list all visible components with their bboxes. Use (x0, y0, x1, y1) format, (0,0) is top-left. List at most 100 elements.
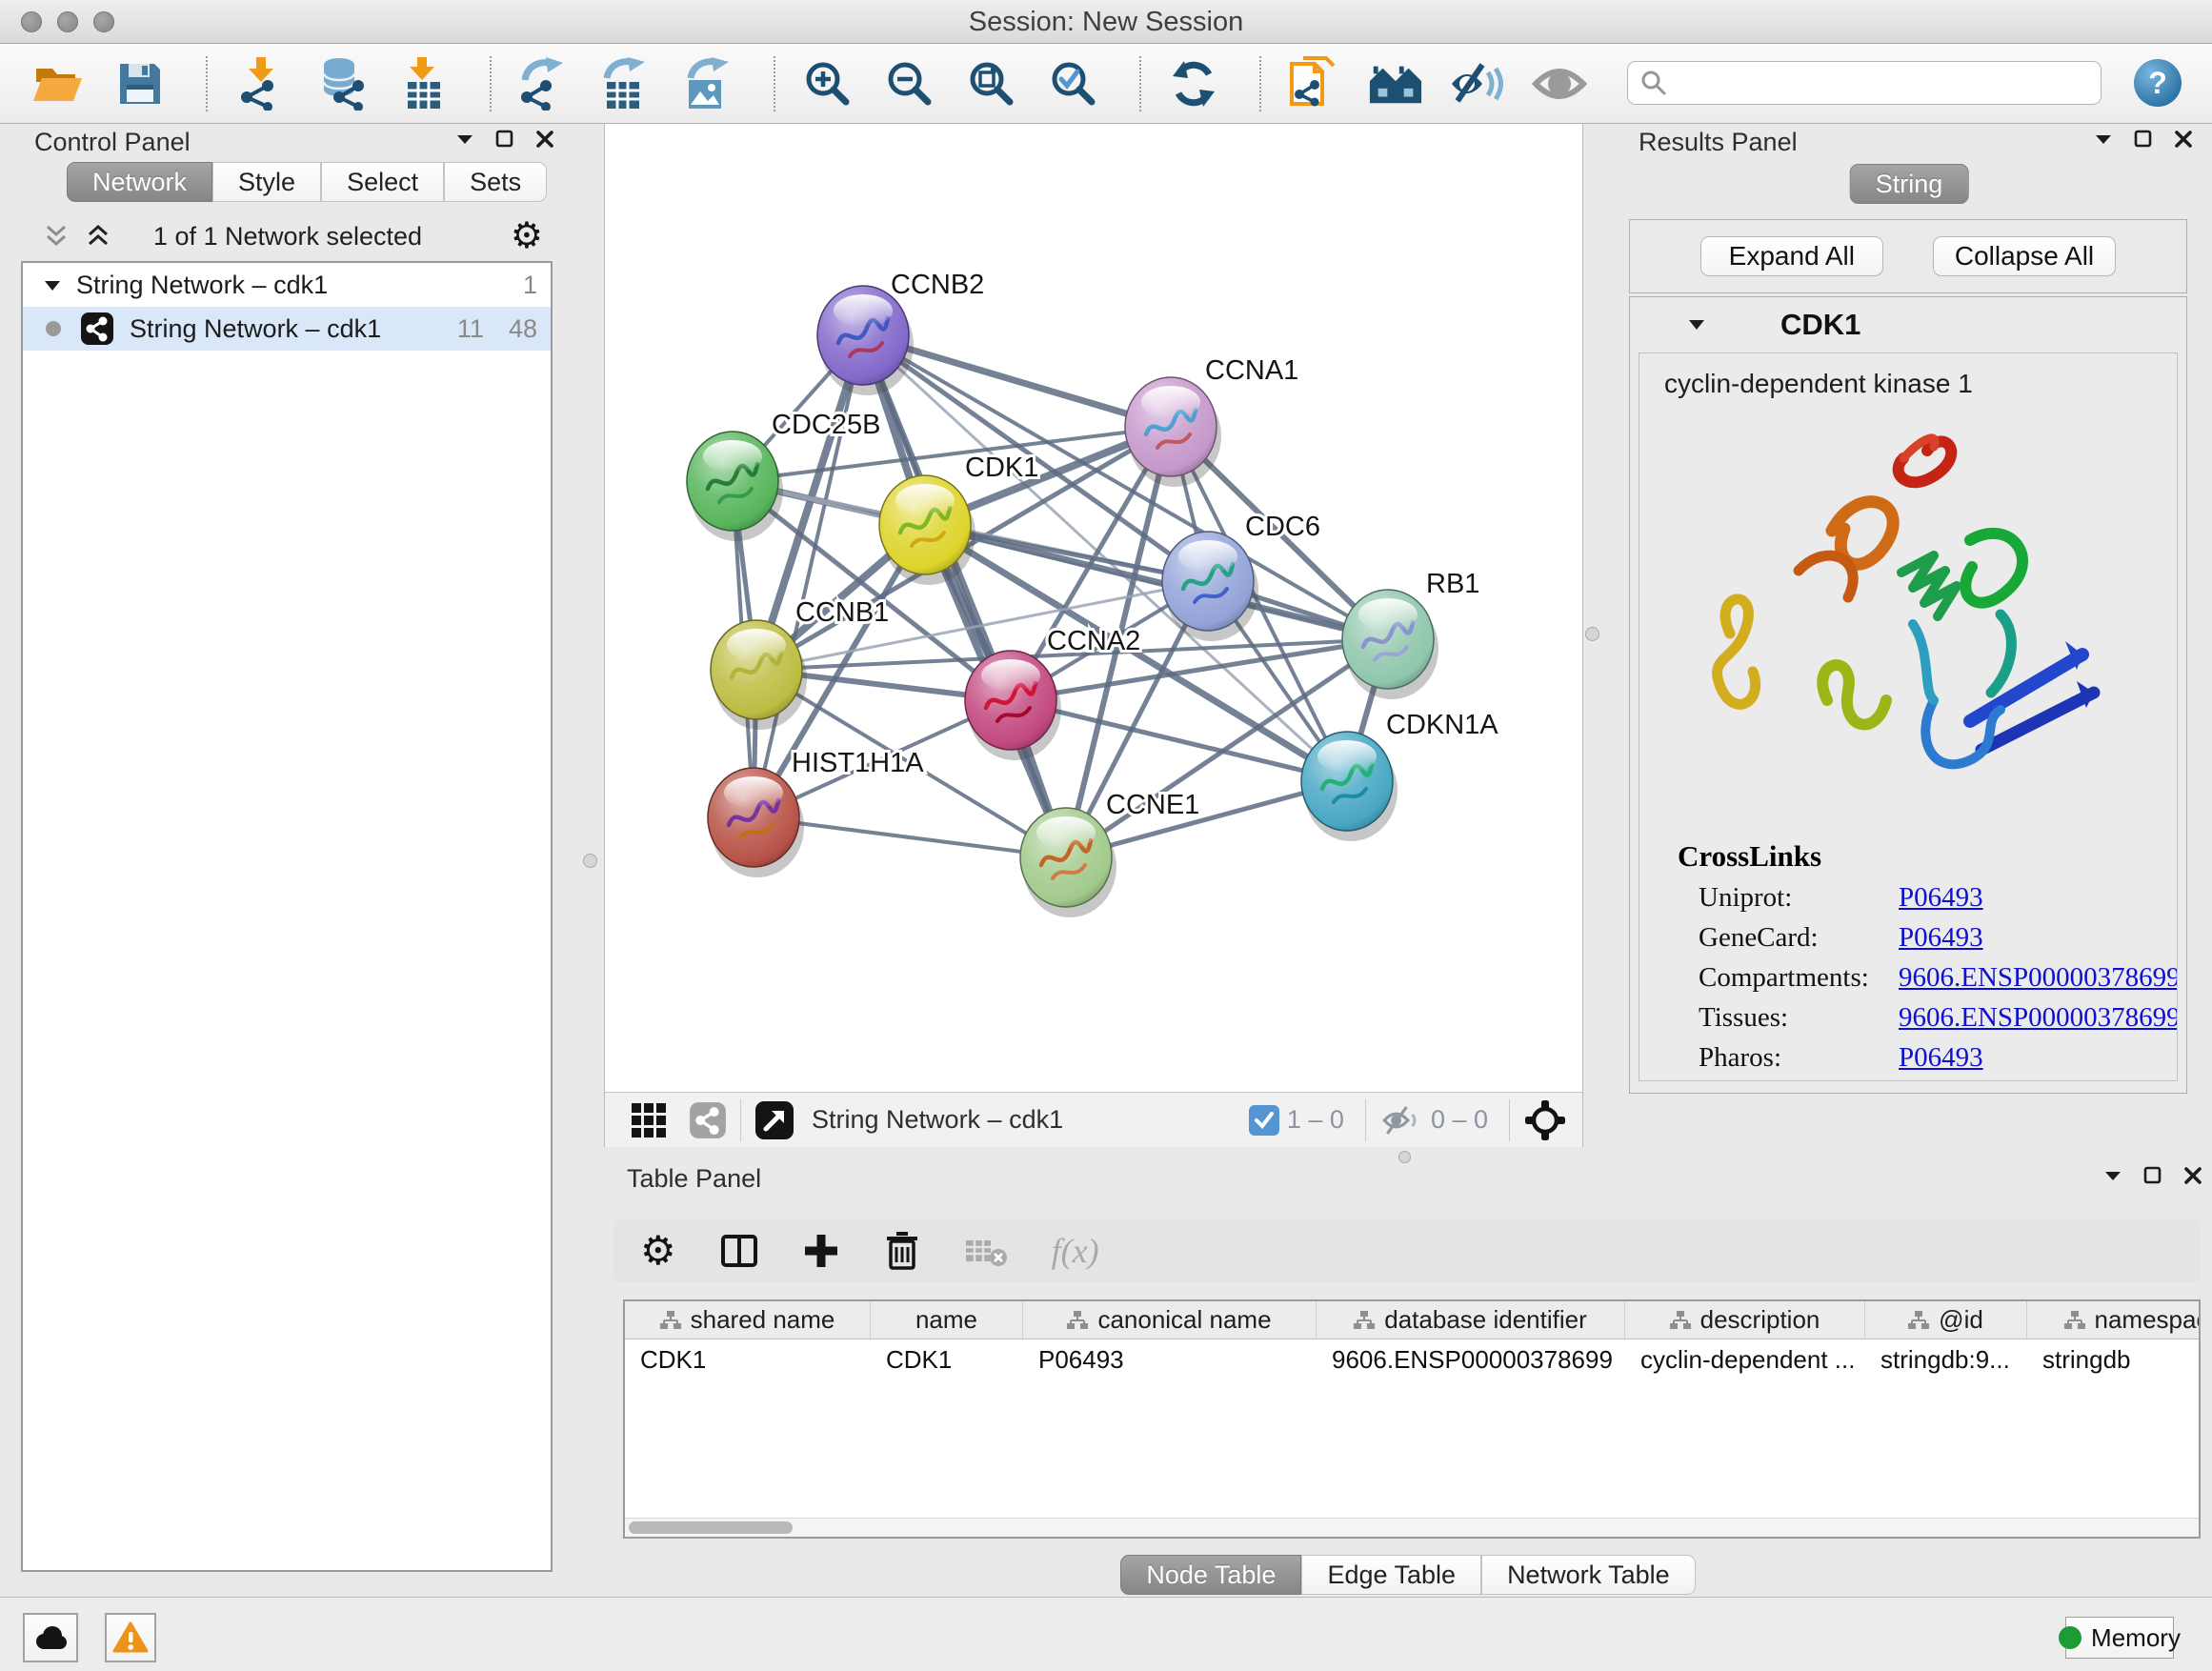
table-cell[interactable]: stringdb:9... (1865, 1339, 2027, 1378)
crosslink-link[interactable]: P06493 (1899, 922, 1983, 954)
node-CCNB2[interactable] (817, 286, 914, 395)
column-header-@id[interactable]: @id (1865, 1301, 2027, 1339)
collapse-all-button[interactable]: Collapse All (1933, 236, 2116, 276)
edge-CCNB2-HIST1H1A[interactable] (754, 335, 863, 817)
import-network-file-icon[interactable] (232, 53, 288, 114)
gene-card: CDK1 cyclin-dependent kinase 1 (1629, 296, 2187, 1094)
crosslink-link[interactable]: P06493 (1899, 882, 1983, 914)
tab-network-table[interactable]: Network Table (1481, 1555, 1696, 1595)
crosslink-link[interactable]: 9606.ENSP00000378699 (1899, 1002, 2178, 1034)
toolbar-separator (1139, 56, 1141, 111)
edge-CCNA2-CDKN1A[interactable] (1011, 700, 1347, 781)
zoom-out-icon[interactable] (882, 53, 937, 114)
import-network-database-icon[interactable] (314, 53, 370, 114)
open-file-icon[interactable] (30, 53, 86, 114)
table-cell[interactable]: 9606.ENSP00000378699 (1317, 1339, 1625, 1378)
column-header-name[interactable]: name (871, 1301, 1023, 1339)
grid-view-icon[interactable] (630, 1101, 668, 1139)
search-input[interactable] (1668, 68, 2078, 99)
memory-button[interactable]: Memory (2065, 1617, 2174, 1659)
node-CDK1[interactable] (879, 475, 975, 585)
network-collection-row[interactable]: String Network – cdk1 1 (23, 263, 551, 307)
network-canvas[interactable]: CCNB2CCNA1CDC25BCDK1CDC6RB1CCNB1CCNA2CDK… (605, 124, 1582, 1092)
close-panel-icon[interactable] (2183, 1166, 2202, 1185)
network-overview-icon[interactable] (689, 1101, 727, 1139)
show-columns-icon[interactable] (720, 1232, 758, 1270)
add-column-icon[interactable] (802, 1232, 840, 1270)
table-cell[interactable]: P06493 (1023, 1339, 1317, 1378)
zoom-in-icon[interactable] (800, 53, 855, 114)
selected-indicator-checkbox[interactable] (1249, 1105, 1279, 1136)
detach-view-icon[interactable] (754, 1100, 794, 1140)
float-panel-icon[interactable] (495, 130, 514, 149)
float-panel-icon[interactable] (2143, 1166, 2162, 1185)
crosslink-link[interactable]: P06493 (1899, 1042, 1983, 1074)
left-splitter-handle[interactable] (583, 854, 597, 868)
show-panel-eye-icon[interactable] (1532, 53, 1587, 114)
node-RB1[interactable] (1342, 590, 1438, 699)
save-session-icon[interactable] (112, 53, 168, 114)
gene-expander-icon[interactable] (1687, 318, 1706, 332)
panel-menu-icon[interactable] (2094, 132, 2113, 146)
table-cell[interactable]: CDK1 (625, 1339, 871, 1378)
node-CDKN1A[interactable] (1301, 732, 1398, 841)
float-panel-icon[interactable] (2134, 130, 2153, 149)
export-network-icon[interactable] (516, 53, 572, 114)
node-table[interactable]: shared namenamecanonical namedatabase id… (623, 1299, 2201, 1539)
table-options-gear-icon[interactable]: ⚙ (640, 1232, 676, 1270)
table-row[interactable]: CDK1CDK1P064939606.ENSP00000378699cyclin… (625, 1339, 2199, 1378)
tab-select[interactable]: Select (321, 162, 444, 202)
column-header-namespac[interactable]: namespac (2027, 1301, 2201, 1339)
panel-menu-icon[interactable] (455, 132, 474, 146)
statusbar: Memory (0, 1597, 2212, 1671)
node-label-CCNE1: CCNE1 (1106, 790, 1199, 820)
tab-node-table[interactable]: Node Table (1120, 1555, 1301, 1595)
close-panel-icon[interactable] (535, 130, 554, 149)
tab-edge-table[interactable]: Edge Table (1301, 1555, 1481, 1595)
node-HIST1H1A[interactable] (708, 768, 804, 877)
export-image-icon[interactable] (680, 53, 735, 114)
refresh-view-icon[interactable] (1166, 53, 1221, 114)
import-table-file-icon[interactable] (396, 53, 452, 114)
scrollbar-thumb[interactable] (629, 1521, 793, 1534)
zoom-selected-icon[interactable] (1046, 53, 1101, 114)
tab-sets[interactable]: Sets (444, 162, 547, 202)
search-field[interactable] (1627, 61, 2101, 105)
export-table-icon[interactable] (598, 53, 654, 114)
close-panel-icon[interactable] (2174, 130, 2193, 149)
column-header-database-identifier[interactable]: database identifier (1317, 1301, 1625, 1339)
node-CCNA1[interactable] (1125, 377, 1221, 487)
tab-style[interactable]: Style (212, 162, 321, 202)
zoom-fit-icon[interactable] (964, 53, 1019, 114)
node-CCNE1[interactable] (1020, 808, 1116, 917)
delete-column-icon[interactable] (884, 1230, 920, 1272)
right-splitter-handle[interactable] (1585, 627, 1599, 641)
toolbar-separator (1259, 56, 1261, 111)
column-type-icon (1670, 1311, 1691, 1330)
column-header-description[interactable]: description (1625, 1301, 1865, 1339)
table-cell[interactable]: cyclin-dependent ... (1625, 1339, 1865, 1378)
warnings-button[interactable] (105, 1613, 156, 1662)
column-header-canonical-name[interactable]: canonical name (1023, 1301, 1317, 1339)
table-cell[interactable]: stringdb (2027, 1339, 2201, 1378)
node-CCNA2[interactable] (965, 651, 1061, 760)
table-cell[interactable]: CDK1 (871, 1339, 1023, 1378)
crosslink-link[interactable]: 9606.ENSP00000378699 (1899, 962, 2178, 994)
birds-eye-crosshair-icon[interactable] (1523, 1098, 1567, 1142)
tab-string[interactable]: String (1850, 164, 1969, 204)
table-horizontal-scrollbar[interactable] (625, 1518, 2199, 1537)
network-row[interactable]: String Network – cdk1 11 48 (23, 307, 551, 351)
cloud-button[interactable] (23, 1613, 78, 1662)
panel-menu-icon[interactable] (2103, 1169, 2122, 1182)
home-icon[interactable] (1368, 53, 1423, 114)
expand-all-button[interactable]: Expand All (1700, 236, 1883, 276)
column-header-shared-name[interactable]: shared name (625, 1301, 871, 1339)
network-options-gear-icon[interactable]: ⚙ (511, 215, 543, 257)
bottom-splitter-handle[interactable] (1398, 1151, 1411, 1163)
collection-expander-icon[interactable] (44, 279, 61, 292)
help-icon[interactable]: ? (2134, 59, 2182, 107)
tab-network[interactable]: Network (67, 162, 212, 202)
node-CDC25B[interactable] (687, 432, 783, 541)
hide-panel-eye-icon[interactable] (1450, 53, 1505, 114)
share-document-icon[interactable] (1286, 53, 1341, 114)
